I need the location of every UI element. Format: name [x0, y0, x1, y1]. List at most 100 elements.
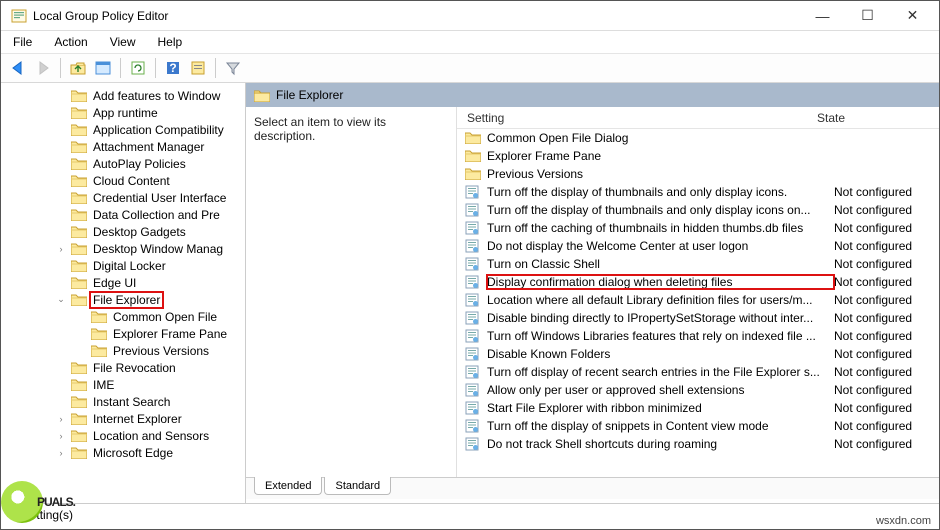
refresh-icon[interactable]	[127, 57, 149, 79]
tree-item[interactable]: ›Microsoft Edge	[1, 444, 245, 461]
tree-item[interactable]: File Revocation	[1, 359, 245, 376]
forward-arrow-icon[interactable]	[32, 57, 54, 79]
setting-label: Disable binding directly to IPropertySet…	[487, 311, 834, 325]
tree-item[interactable]: Digital Locker	[1, 257, 245, 274]
policy-icon	[465, 311, 481, 325]
tree-pane[interactable]: Add features to WindowApp runtime Applica…	[1, 83, 246, 503]
tree-item[interactable]: Instant Search	[1, 393, 245, 410]
expander-icon[interactable]: ›	[55, 448, 67, 458]
tree-item[interactable]: Explorer Frame Pane	[1, 325, 245, 342]
list-item[interactable]: Location where all default Library defin…	[457, 291, 939, 309]
tree-item[interactable]: Previous Versions	[1, 342, 245, 359]
tree-item-label: Data Collection and Pre	[91, 208, 222, 222]
tree-item[interactable]: Credential User Interface	[1, 189, 245, 206]
tree-item-label: Edge UI	[91, 276, 138, 290]
list-item[interactable]: Turn on Classic ShellNot configured	[457, 255, 939, 273]
policy-icon	[465, 329, 481, 343]
tree-item[interactable]: Add features to Window	[1, 87, 245, 104]
setting-label: Previous Versions	[487, 167, 834, 181]
setting-label: Turn off Windows Libraries features that…	[487, 329, 834, 343]
tree-item[interactable]: IME	[1, 376, 245, 393]
setting-state: Not configured	[834, 383, 939, 397]
expander-icon[interactable]: ›	[55, 244, 67, 254]
tree-item[interactable]: Application Compatibility	[1, 121, 245, 138]
detail-tabs: Extended Standard	[246, 477, 939, 499]
policy-icon	[465, 185, 481, 199]
expander-icon[interactable]: ⌄	[55, 294, 67, 305]
list-item[interactable]: Disable binding directly to IPropertySet…	[457, 309, 939, 327]
minimize-button[interactable]: —	[800, 1, 845, 31]
list-item[interactable]: Display confirmation dialog when deletin…	[457, 273, 939, 291]
tree-item-label: Previous Versions	[111, 344, 211, 358]
setting-label: Turn on Classic Shell	[487, 257, 834, 271]
list-item[interactable]: Turn off the display of thumbnails and o…	[457, 183, 939, 201]
statusbar: 47 setting(s)	[1, 503, 939, 525]
detail-header: File Explorer	[246, 83, 939, 107]
setting-label: Allow only per user or approved shell ex…	[487, 383, 834, 397]
setting-label: Do not display the Welcome Center at use…	[487, 239, 834, 253]
tree-item[interactable]: AutoPlay Policies	[1, 155, 245, 172]
list-item[interactable]: Turn off the display of snippets in Cont…	[457, 417, 939, 435]
tree-item-label: Attachment Manager	[91, 140, 206, 154]
tree-item[interactable]: ›Location and Sensors	[1, 427, 245, 444]
list-item[interactable]: Turn off the display of thumbnails and o…	[457, 201, 939, 219]
views-icon[interactable]	[92, 57, 114, 79]
tree-item-label: Desktop Gadgets	[91, 225, 188, 239]
app-icon	[11, 8, 27, 24]
header-state[interactable]: State	[817, 111, 922, 125]
tree-item[interactable]: Edge UI	[1, 274, 245, 291]
list-item[interactable]: Turn off the caching of thumbnails in hi…	[457, 219, 939, 237]
filter-icon[interactable]	[222, 57, 244, 79]
tree-item[interactable]: ⌄File Explorer	[1, 291, 245, 308]
menu-action[interactable]: Action	[50, 33, 91, 51]
setting-state: Not configured	[834, 347, 939, 361]
expander-icon[interactable]: ›	[55, 414, 67, 424]
setting-label: Start File Explorer with ribbon minimize…	[487, 401, 834, 415]
policy-icon	[465, 401, 481, 415]
detail-title: File Explorer	[276, 88, 343, 102]
help-icon[interactable]: ?	[162, 57, 184, 79]
tree-item-label: Application Compatibility	[91, 123, 226, 137]
list-item[interactable]: Previous Versions	[457, 165, 939, 183]
list-item[interactable]: Turn off Windows Libraries features that…	[457, 327, 939, 345]
tree-item[interactable]: Attachment Manager	[1, 138, 245, 155]
maximize-button[interactable]: ☐	[845, 1, 890, 31]
list-item[interactable]: Explorer Frame Pane	[457, 147, 939, 165]
tree-item[interactable]: Cloud Content	[1, 172, 245, 189]
properties-icon[interactable]	[187, 57, 209, 79]
tree-item[interactable]: Desktop Gadgets	[1, 223, 245, 240]
expander-icon[interactable]: ›	[55, 431, 67, 441]
policy-icon	[465, 293, 481, 307]
tree-item[interactable]: ›Internet Explorer	[1, 410, 245, 427]
content-area: Add features to WindowApp runtime Applica…	[1, 83, 939, 503]
policy-icon	[465, 221, 481, 235]
list-item[interactable]: Do not track Shell shortcuts during roam…	[457, 435, 939, 453]
settings-list[interactable]: Common Open File DialogExplorer Frame Pa…	[457, 129, 939, 477]
close-button[interactable]: ✕	[890, 1, 935, 31]
menu-file[interactable]: File	[9, 33, 36, 51]
tree-item-label: IME	[91, 378, 116, 392]
back-arrow-icon[interactable]	[7, 57, 29, 79]
tree-item[interactable]: App runtime	[1, 104, 245, 121]
list-item[interactable]: Start File Explorer with ribbon minimize…	[457, 399, 939, 417]
tab-standard[interactable]: Standard	[324, 477, 391, 495]
tree-item[interactable]: ›Desktop Window Manag	[1, 240, 245, 257]
brand-text: PUALS.	[37, 495, 75, 509]
menu-help[interactable]: Help	[154, 33, 187, 51]
list-item[interactable]: Turn off display of recent search entrie…	[457, 363, 939, 381]
list-item[interactable]: Common Open File Dialog	[457, 129, 939, 147]
tree-item-label: Digital Locker	[91, 259, 168, 273]
menu-view[interactable]: View	[106, 33, 140, 51]
tab-extended[interactable]: Extended	[254, 477, 322, 495]
toolbar: ?	[1, 53, 939, 83]
header-setting[interactable]: Setting	[457, 111, 817, 125]
setting-state: Not configured	[834, 329, 939, 343]
list-item[interactable]: Disable Known FoldersNot configured	[457, 345, 939, 363]
tree-item[interactable]: Data Collection and Pre	[1, 206, 245, 223]
tree-item[interactable]: Common Open File	[1, 308, 245, 325]
up-folder-icon[interactable]	[67, 57, 89, 79]
list-item[interactable]: Allow only per user or approved shell ex…	[457, 381, 939, 399]
list-item[interactable]: Do not display the Welcome Center at use…	[457, 237, 939, 255]
setting-label: Turn off display of recent search entrie…	[487, 365, 834, 379]
setting-state: Not configured	[834, 437, 939, 451]
